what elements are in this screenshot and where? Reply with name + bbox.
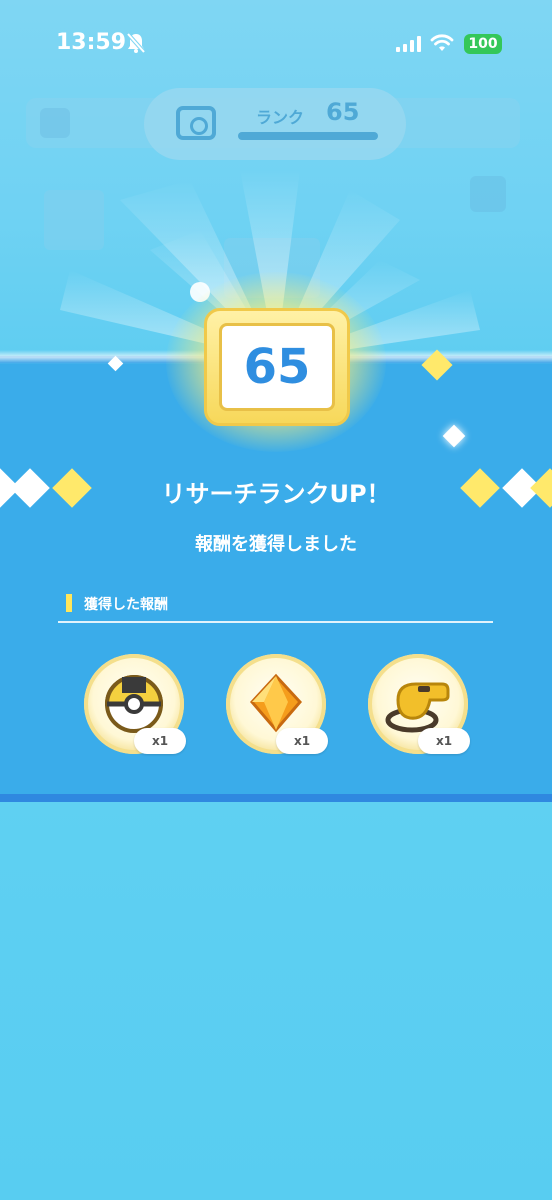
section-divider: [58, 621, 493, 623]
camera-icon: [176, 106, 216, 140]
rank-badge-value: 65: [219, 323, 335, 411]
rank-value: 65: [326, 98, 360, 126]
wifi-icon: [430, 34, 454, 56]
background-menu-icon: [40, 108, 70, 138]
reward-quantity: x1: [276, 728, 328, 754]
rank-badge: 65: [204, 308, 350, 426]
reward-item[interactable]: x1: [84, 654, 186, 754]
background-bottom: [0, 800, 552, 1200]
section-label: 獲得した報酬: [84, 597, 168, 613]
bell-muted-icon: [126, 32, 146, 58]
cellular-signal-icon: [396, 36, 422, 56]
rank-up-title: リサーチランクUP！: [161, 480, 391, 508]
reward-quantity: x1: [418, 728, 470, 754]
rank-label: ランク: [256, 108, 305, 127]
battery-indicator: 100: [464, 34, 502, 54]
status-time: 13:59: [56, 30, 127, 55]
reward-quantity: x1: [134, 728, 186, 754]
status-bar: 13:59 100: [0, 0, 552, 90]
reward-item[interactable]: x1: [368, 654, 470, 754]
reward-item[interactable]: x1: [226, 654, 328, 754]
reward-subtitle: 報酬を獲得しました: [195, 534, 357, 555]
rank-header: ランク 65: [144, 88, 406, 160]
rank-progress-bar: [238, 132, 378, 140]
